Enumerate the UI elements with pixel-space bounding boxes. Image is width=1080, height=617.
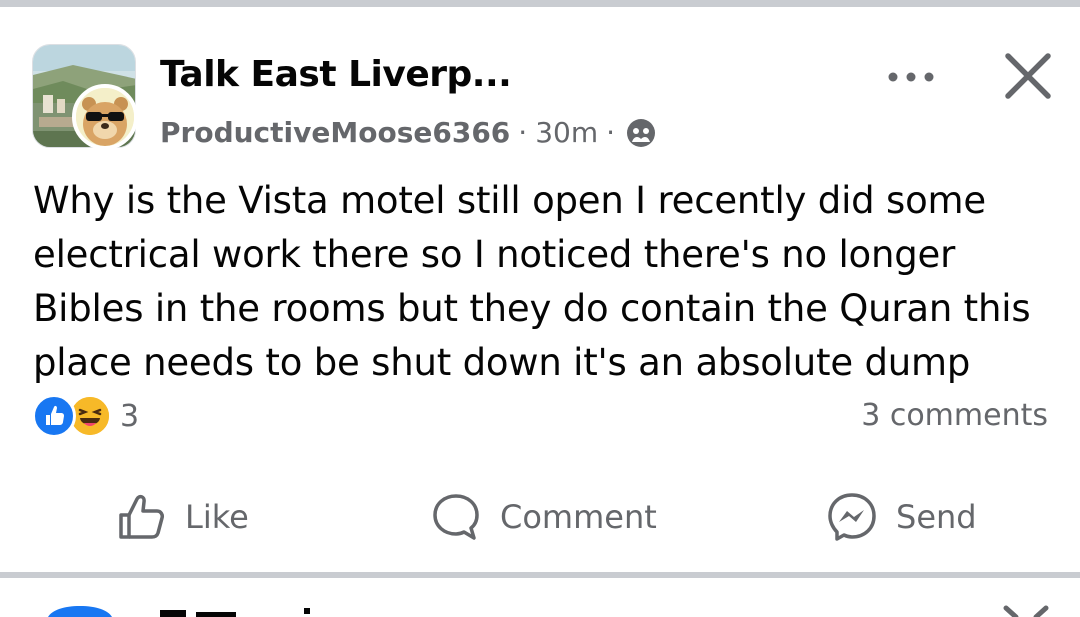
send-label: Send	[896, 498, 977, 536]
post-body: Why is the Vista motel still open I rece…	[33, 179, 1031, 384]
reaction-count: 3	[120, 398, 140, 434]
close-icon[interactable]	[1002, 50, 1054, 102]
post-avatar[interactable]	[32, 44, 138, 150]
next-post-preview	[0, 578, 1080, 617]
feed-divider-top	[0, 0, 1080, 12]
thumbs-up-icon	[119, 494, 164, 539]
author-name[interactable]: ProductiveMoose6366	[160, 116, 510, 149]
more-horizontal-icon[interactable]	[884, 50, 938, 104]
like-button[interactable]: Like	[115, 477, 249, 557]
messenger-icon	[828, 493, 876, 541]
post-meta: ProductiveMoose6366 · 30m ·	[160, 116, 657, 149]
reactions-summary[interactable]: 3	[32, 394, 139, 438]
feed-post: Talk East Liverp... ProductiveMoose6366 …	[0, 12, 1080, 572]
like-reaction-icon	[32, 394, 76, 438]
comment-label: Comment	[500, 498, 657, 536]
post-action-bar: Like Comment Send	[0, 477, 1080, 557]
user-avatar[interactable]	[72, 84, 138, 150]
meta-separator: ·	[518, 116, 528, 149]
public-group-icon	[625, 117, 657, 149]
send-button[interactable]: Send	[826, 477, 977, 557]
comments-count[interactable]: 3 comments	[861, 398, 1048, 433]
like-label: Like	[185, 498, 249, 536]
group-name[interactable]: Talk East Liverp...	[160, 54, 512, 95]
comment-button[interactable]: Comment	[430, 477, 657, 557]
post-time[interactable]: 30m	[535, 116, 598, 149]
comment-bubble-icon	[433, 494, 479, 540]
meta-separator: ·	[606, 116, 616, 149]
